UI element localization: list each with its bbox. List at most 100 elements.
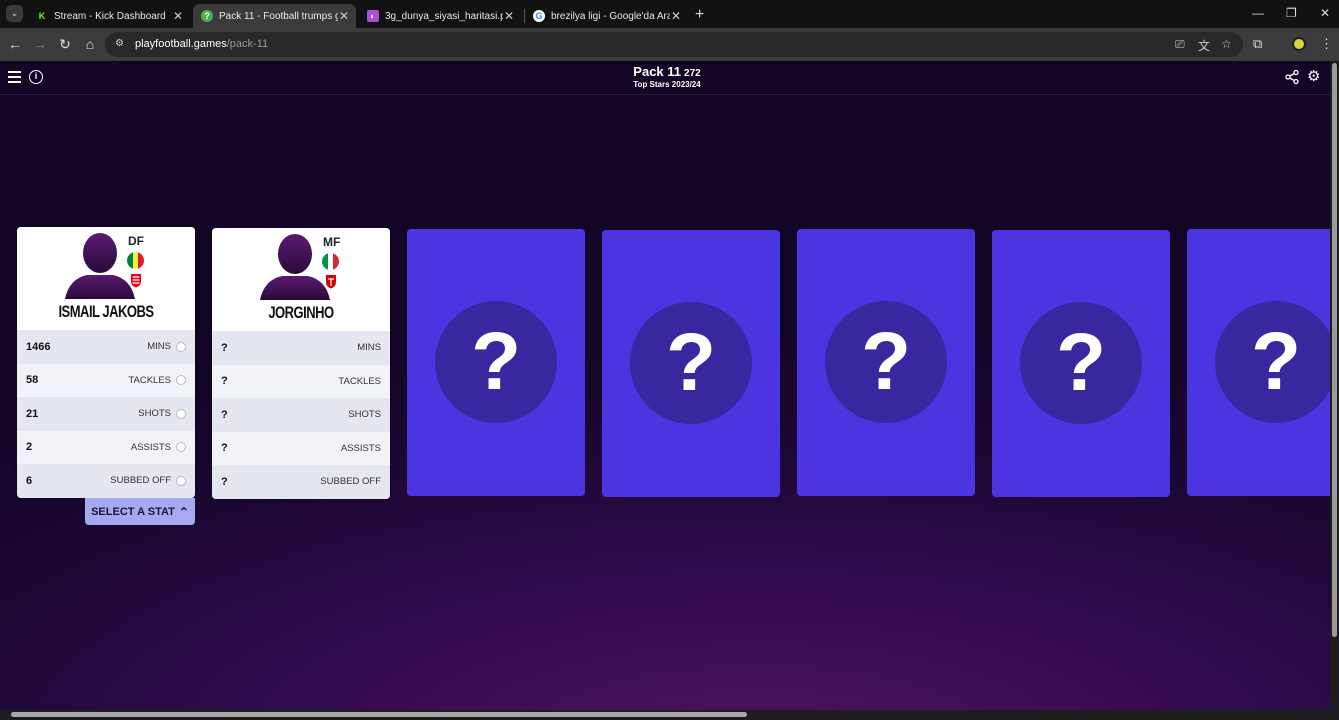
close-tab-icon[interactable]: ✕ <box>503 9 515 23</box>
stat-row-mins[interactable]: 1466 MINS <box>17 330 195 364</box>
install-app-icon[interactable]: ⎚ <box>1175 37 1185 52</box>
tab-title: 3g_dunya_siyasi_haritasi.png (4 <box>385 10 503 22</box>
restore-icon[interactable]: ❐ <box>1286 6 1297 20</box>
minimize-icon[interactable]: — <box>1252 6 1264 20</box>
bookmark-star-icon[interactable]: ☆ <box>1221 37 1232 51</box>
close-tab-icon[interactable]: ✕ <box>172 9 184 23</box>
mystery-card[interactable]: ? <box>602 230 780 497</box>
stat-value: 21 <box>26 407 39 420</box>
browser-tab-google[interactable]: G brezilya ligi - Google'da Ara ✕ <box>525 4 688 28</box>
stat-row-subbed-off[interactable]: ? SUBBED OFF <box>212 465 390 499</box>
club-badge-icon <box>131 274 141 288</box>
url-path: /pack-11 <box>226 38 269 50</box>
stat-value: 6 <box>26 474 33 487</box>
share-icon[interactable] <box>1285 70 1299 84</box>
browser-tab-image[interactable]: ◐ 3g_dunya_siyasi_haritasi.png (4 ✕ <box>359 4 521 28</box>
stat-row-shots[interactable]: ? SHOTS <box>212 398 390 432</box>
pack-subtitle: Top Stars 2023/24 <box>633 80 701 89</box>
close-window-icon[interactable]: ✕ <box>1320 6 1330 20</box>
reload-icon[interactable]: ↻ <box>57 36 73 53</box>
browser-menu-icon[interactable]: ⋮ <box>1320 36 1333 52</box>
extensions-icon[interactable]: ⧉ <box>1253 36 1262 52</box>
stat-label: SHOTS <box>138 408 171 420</box>
stat-value: ? <box>221 408 228 421</box>
pack-name: Pack 11 <box>633 64 682 79</box>
stat-label: SUBBED OFF <box>320 476 381 488</box>
stat-value: 58 <box>26 374 39 387</box>
stat-row-assists[interactable]: ? ASSISTS <box>212 431 390 465</box>
browser-tab-playfootball[interactable]: ? Pack 11 - Football trumps game ✕ <box>193 4 356 28</box>
tab-search-icon[interactable]: ⌄ <box>6 5 23 22</box>
mystery-card[interactable]: ? <box>1187 229 1330 496</box>
player-card-2: MF JORGINHO ? MINS? TACKLES? SHOTS ? ASSISTS?… <box>212 228 390 499</box>
player-silhouette-icon <box>260 234 330 300</box>
kick-icon: K <box>38 11 46 21</box>
image-icon: ◐ <box>367 10 379 22</box>
stat-value: ? <box>221 375 228 388</box>
stat-row-tackles[interactable]: 58 TACKLES <box>17 363 195 397</box>
stat-label: TACKLES <box>338 375 381 387</box>
question-mark-icon: ? <box>630 302 752 424</box>
stat-value: 2 <box>26 441 33 454</box>
vertical-scroll-thumb[interactable] <box>1332 63 1337 637</box>
stat-row-tackles[interactable]: ? TACKLES <box>212 364 390 398</box>
select-stat-label: SELECT A STAT <box>91 505 175 518</box>
stat-radio-button[interactable] <box>176 408 186 419</box>
stat-row-subbed-off[interactable]: 6 SUBBED OFF <box>17 464 195 498</box>
mystery-card[interactable]: ? <box>992 230 1170 497</box>
stat-label: SHOTS <box>348 409 381 421</box>
stat-row-mins[interactable]: ? MINS <box>212 331 390 365</box>
question-mark-icon: ? <box>1215 301 1330 423</box>
tab-title: brezilya ligi - Google'da Ara <box>551 10 670 22</box>
stat-row-shots[interactable]: 21 SHOTS <box>17 397 195 431</box>
tab-title: Pack 11 - Football trumps game <box>219 10 338 22</box>
close-tab-icon[interactable]: ✕ <box>338 9 350 23</box>
mystery-card[interactable]: ? <box>407 229 585 496</box>
app-header: i Pack 11 272 Top Stars 2023/24 ⚙ <box>0 61 1330 95</box>
browser-tab-kick[interactable]: K Stream - Kick Dashboard ✕ <box>28 4 190 28</box>
stat-label: SUBBED OFF <box>110 475 171 487</box>
club-badge-icon <box>326 275 336 289</box>
home-icon[interactable]: ⌂ <box>82 36 98 52</box>
url-text[interactable]: playfootball.games/pack-11 <box>135 38 268 50</box>
stat-value: ? <box>221 475 228 488</box>
stat-row-assists[interactable]: 2 ASSISTS <box>17 430 195 464</box>
question-mark-icon: ? <box>825 301 947 423</box>
mystery-card[interactable]: ? <box>797 229 975 496</box>
player-position: MF <box>323 235 341 249</box>
browser-tab-strip: ⌄ K Stream - Kick Dashboard ✕ ? Pack 11 … <box>0 0 1339 28</box>
stats-list: ? MINS? TACKLES? SHOTS ? ASSISTS? SUBBED OFF <box>212 331 390 499</box>
question-mark-icon: ? <box>435 301 557 423</box>
profile-avatar-icon[interactable] <box>1292 37 1306 51</box>
horizontal-scrollbar[interactable] <box>0 710 1339 720</box>
select-stat-button[interactable]: SELECT A STAT ⌃ <box>85 498 195 525</box>
forward-icon[interactable]: → <box>32 36 48 52</box>
card-header: DF ISMAIL JAKOBS <box>17 227 195 330</box>
stat-radio-button[interactable] <box>176 375 186 386</box>
settings-gear-icon[interactable]: ⚙ <box>1307 69 1322 84</box>
card-header: MF JORGINHO <box>212 228 390 331</box>
stat-radio-button[interactable] <box>176 442 186 453</box>
horizontal-scroll-thumb[interactable] <box>11 712 747 717</box>
player-card-1: DF ISMAIL JAKOBS 1466 MINS 58 TACKLES 21 SHOT… <box>17 227 195 498</box>
player-position: DF <box>128 234 144 248</box>
player-silhouette-icon <box>65 233 135 299</box>
playfootball-icon: ? <box>201 10 213 22</box>
stat-label: ASSISTS <box>130 441 171 453</box>
address-bar[interactable]: ⚙ playfootball.games/pack-11 ⎚ 文 ☆ <box>105 32 1243 57</box>
translate-icon[interactable]: 文 <box>1198 37 1210 54</box>
close-tab-icon[interactable]: ✕ <box>670 9 682 23</box>
browser-toolbar: ← → ↻ ⌂ ⚙ playfootball.games/pack-11 ⎚ 文… <box>0 28 1339 61</box>
new-tab-icon[interactable]: + <box>695 6 704 24</box>
stat-radio-button[interactable] <box>176 341 186 352</box>
stat-radio-button[interactable] <box>176 475 186 486</box>
back-icon[interactable]: ← <box>7 36 23 52</box>
stat-value: ? <box>221 442 228 455</box>
google-icon: G <box>533 10 545 22</box>
player-name: ISMAIL JAKOBS <box>58 302 154 321</box>
site-info-icon[interactable]: ⚙ <box>115 38 128 51</box>
stat-label: TACKLES <box>128 374 171 386</box>
vertical-scrollbar[interactable] <box>1330 61 1339 710</box>
stat-value: ? <box>221 341 228 354</box>
nation-flag-icon <box>127 252 144 269</box>
